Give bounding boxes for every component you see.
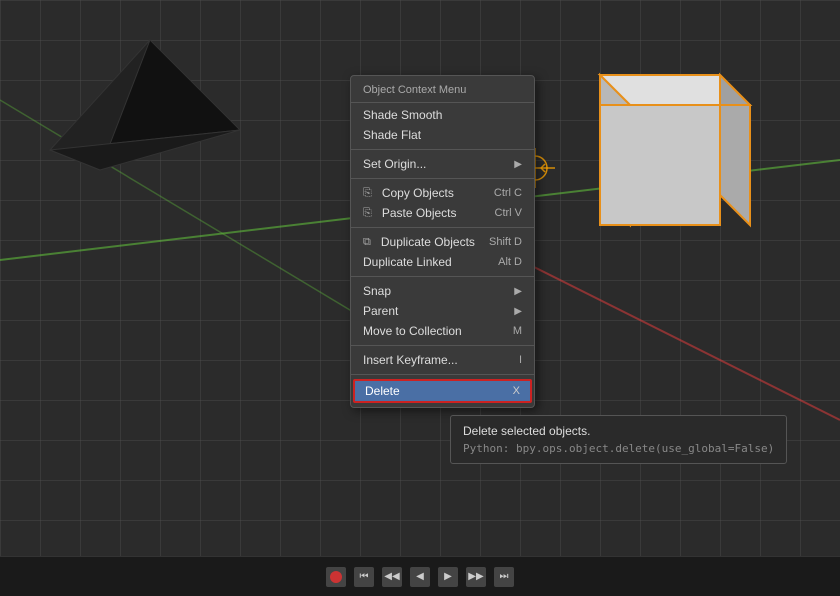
play-button[interactable]: ▶: [438, 567, 458, 587]
snap-arrow: ▶: [514, 286, 522, 297]
cube-object: [550, 55, 760, 260]
separator-4: [351, 276, 534, 277]
menu-item-insert-keyframe[interactable]: Insert Keyframe... I: [351, 350, 534, 370]
jump-end-icon: ⏭: [500, 571, 509, 582]
menu-item-shade-smooth[interactable]: Shade Smooth: [351, 105, 534, 125]
set-origin-arrow: ▶: [514, 159, 522, 170]
jump-start-button[interactable]: ⏮: [354, 567, 374, 587]
menu-item-move-to-collection[interactable]: Move to Collection M: [351, 321, 534, 341]
copy-icon: ⎘: [363, 187, 372, 200]
jump-start-icon: ⏮: [360, 571, 369, 582]
jump-end-button[interactable]: ⏭: [494, 567, 514, 587]
context-menu: Object Context Menu Shade Smooth Shade F…: [350, 75, 535, 408]
shade-smooth-label: Shade Smooth: [363, 108, 442, 122]
parent-arrow: ▶: [514, 306, 522, 317]
snap-label: Snap: [363, 284, 391, 298]
copy-shortcut: Ctrl C: [494, 187, 522, 199]
duplicate-objects-label: Duplicate Objects: [381, 235, 475, 249]
menu-item-delete[interactable]: Delete X: [353, 379, 532, 403]
paste-icon: ⎘: [363, 207, 372, 220]
fast-forward-icon: ▶▶: [468, 571, 483, 582]
cube-svg: [550, 55, 760, 255]
tooltip-python: Python: bpy.ops.object.delete(use_global…: [463, 442, 774, 455]
duplicate-shortcut: Shift D: [489, 236, 522, 248]
menu-item-shade-flat[interactable]: Shade Flat: [351, 125, 534, 145]
play-reverse-icon: ◀: [416, 571, 424, 582]
separator-5: [351, 345, 534, 346]
record-circle: [330, 571, 342, 583]
pyramid-object: [20, 30, 240, 195]
menu-item-duplicate-objects[interactable]: ⧉ Duplicate Objects Shift D: [351, 232, 534, 252]
insert-keyframe-shortcut: I: [519, 354, 522, 366]
set-origin-label: Set Origin...: [363, 157, 426, 171]
menu-title: Object Context Menu: [351, 80, 534, 103]
record-button[interactable]: [326, 567, 346, 587]
duplicate-linked-shortcut: Alt D: [498, 256, 522, 268]
insert-keyframe-label: Insert Keyframe...: [363, 353, 458, 367]
viewport: Object Context Menu Shade Smooth Shade F…: [0, 0, 840, 556]
parent-label: Parent: [363, 304, 398, 318]
separator-6: [351, 374, 534, 375]
shade-flat-label: Shade Flat: [363, 128, 421, 142]
fast-forward-button[interactable]: ▶▶: [466, 567, 486, 587]
separator-2: [351, 178, 534, 179]
menu-item-set-origin[interactable]: Set Origin... ▶: [351, 154, 534, 174]
move-to-collection-shortcut: M: [513, 325, 522, 337]
duplicate-icon: ⧉: [363, 236, 371, 249]
menu-item-duplicate-linked[interactable]: Duplicate Linked Alt D: [351, 252, 534, 272]
paste-objects-label: Paste Objects: [382, 206, 457, 220]
menu-item-paste-objects[interactable]: ⎘ Paste Objects Ctrl V: [351, 203, 534, 223]
play-reverse-button[interactable]: ◀: [410, 567, 430, 587]
separator-1: [351, 149, 534, 150]
duplicate-linked-label: Duplicate Linked: [363, 255, 452, 269]
delete-shortcut: X: [513, 385, 520, 397]
copy-objects-label: Copy Objects: [382, 186, 454, 200]
delete-label: Delete: [365, 384, 400, 398]
menu-item-snap[interactable]: Snap ▶: [351, 281, 534, 301]
rewind-button[interactable]: ◀◀: [382, 567, 402, 587]
play-icon: ▶: [444, 571, 452, 582]
menu-item-parent[interactable]: Parent ▶: [351, 301, 534, 321]
separator-3: [351, 227, 534, 228]
bottom-bar: ⏮ ◀◀ ◀ ▶ ▶▶ ⏭: [0, 556, 840, 596]
tooltip-box: Delete selected objects. Python: bpy.ops…: [450, 415, 787, 464]
menu-item-copy-objects[interactable]: ⎘ Copy Objects Ctrl C: [351, 183, 534, 203]
rewind-icon: ◀◀: [384, 571, 399, 582]
move-to-collection-label: Move to Collection: [363, 324, 462, 338]
pyramid-svg: [20, 30, 240, 190]
tooltip-title: Delete selected objects.: [463, 424, 774, 438]
paste-shortcut: Ctrl V: [495, 207, 523, 219]
